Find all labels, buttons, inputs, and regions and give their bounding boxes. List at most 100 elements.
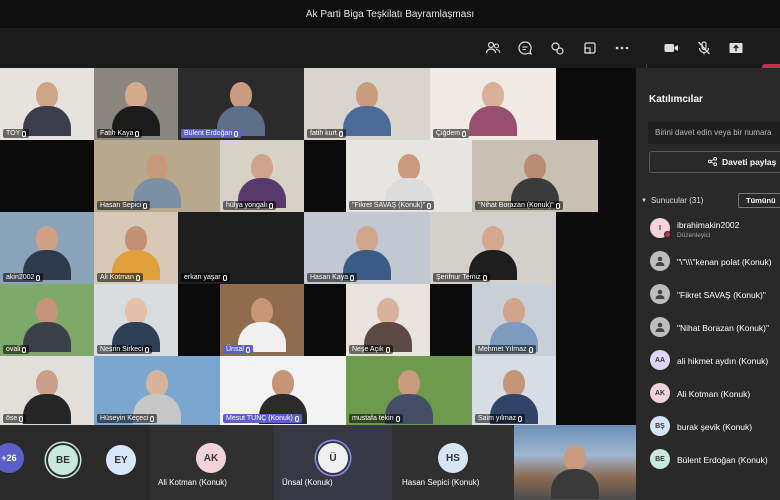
participant-name-tag: Hasan Kaya bbox=[307, 273, 358, 282]
participant-figure bbox=[551, 445, 599, 499]
strip-cell-unsal[interactable]: Ü Ünsal (Konuk) bbox=[274, 425, 392, 500]
mic-icon bbox=[395, 415, 400, 422]
presence-badge bbox=[664, 231, 671, 238]
video-tile[interactable]: Mehmet Yılmaz bbox=[472, 284, 556, 356]
mic-icon bbox=[145, 346, 150, 353]
presenters-section-toggle[interactable]: ▼ Sunucular (31) bbox=[641, 196, 703, 205]
participant-name: öse bbox=[6, 415, 18, 422]
participant-name: ovali bbox=[6, 346, 21, 353]
participant-name: Çiğdem bbox=[436, 130, 461, 137]
participant-name-tag: Çiğdem bbox=[433, 129, 470, 138]
strip-avatar-initials: EY bbox=[114, 454, 128, 466]
video-tile[interactable]: Hasan Sepici bbox=[94, 140, 220, 212]
participant-name: Hüseyin Keçeci bbox=[100, 415, 149, 422]
strip-cell-hasan-sepici[interactable]: HS Hasan Sepici (Konuk) bbox=[392, 425, 514, 500]
share-icon[interactable] bbox=[724, 36, 748, 60]
mic-icon bbox=[462, 130, 467, 137]
strip-cell-avatar: AK bbox=[196, 443, 226, 473]
title-bar: Ak Parti Biga Teşkilatı Bayramlaşması bbox=[0, 0, 780, 28]
rooms-icon[interactable] bbox=[578, 36, 602, 60]
video-tile[interactable]: erkan yaşar bbox=[178, 212, 304, 284]
video-tile[interactable]: mustafa tekin bbox=[346, 356, 472, 425]
participant-row[interactable]: "\"\\\"kenan polat (Konuk) bbox=[650, 247, 780, 277]
participant-row[interactable]: Iibrahimakin2002 Düzenleyici bbox=[650, 214, 780, 244]
chat-icon[interactable] bbox=[513, 36, 537, 60]
participant-name: Ali Kotman bbox=[100, 274, 134, 281]
video-tile[interactable]: hülya yongalı bbox=[220, 140, 304, 212]
invite-search-input[interactable]: Birini davet edin veya bir numara bbox=[648, 122, 780, 144]
mic-off-icon[interactable] bbox=[692, 36, 716, 60]
participant-figure bbox=[112, 82, 160, 136]
video-tile[interactable]: ovali bbox=[0, 284, 94, 356]
participants-panel: Katılımcılar Birini davet edin veya bir … bbox=[636, 68, 780, 500]
more-icon[interactable] bbox=[610, 36, 634, 60]
participant-initials: I bbox=[659, 224, 661, 232]
participant-avatar: AK bbox=[650, 383, 670, 403]
camera-icon[interactable] bbox=[659, 36, 683, 60]
participant-figure bbox=[23, 82, 71, 136]
participant-row[interactable]: AA ali hikmet aydın (Konuk) bbox=[650, 346, 780, 376]
participant-row-name: "Fikret SAVAŞ (Konuk)" bbox=[677, 290, 766, 300]
share-invite-button[interactable]: Daveti paylaş bbox=[649, 151, 780, 173]
video-tile[interactable]: Nesrin Sirkeci bbox=[94, 284, 178, 356]
video-tile[interactable]: Çiğdem bbox=[430, 68, 556, 140]
video-grid: TOY Fatih Kaya Bülent Erdoğan fatih kurt Çiğ… bbox=[0, 68, 636, 425]
participant-avatar: BE bbox=[650, 449, 670, 469]
video-tile[interactable]: akin2002 bbox=[0, 212, 94, 284]
video-tile[interactable]: Ünsal bbox=[220, 284, 304, 356]
mic-icon bbox=[269, 202, 274, 209]
video-tile[interactable]: Şerifnur Temiz bbox=[430, 212, 556, 284]
video-tile[interactable]: "Nihat Borazan (Konuk)" bbox=[472, 140, 598, 212]
participant-name: hülya yongalı bbox=[226, 202, 268, 209]
video-tile[interactable]: Bülent Erdoğan bbox=[178, 68, 304, 140]
video-tile[interactable]: Saim yılmaz bbox=[472, 356, 556, 425]
video-tile[interactable]: TOY bbox=[0, 68, 94, 140]
participant-figure bbox=[112, 298, 160, 352]
participant-figure bbox=[364, 298, 412, 352]
participant-row[interactable]: BE Bülent Erdoğan (Konuk) bbox=[650, 445, 780, 475]
participant-row[interactable]: BŞ burak şevik (Konuk) bbox=[650, 412, 780, 442]
strip-cell-avatar: Ü bbox=[318, 443, 348, 473]
overflow-count-badge[interactable]: +26 bbox=[0, 443, 24, 473]
video-tile[interactable]: Ali Kotman bbox=[94, 212, 178, 284]
people-icon[interactable] bbox=[481, 36, 505, 60]
share-link-icon bbox=[708, 156, 717, 168]
participant-row-name: "\"\\\"kenan polat (Konuk) bbox=[677, 257, 772, 267]
strip-avatar-ey[interactable]: EY bbox=[106, 445, 136, 475]
participant-figure bbox=[490, 298, 538, 352]
participant-name-tag: Bülent Erdoğan bbox=[181, 129, 242, 138]
mute-all-button[interactable]: Tümünü bbox=[738, 193, 780, 208]
strip-avatar-be[interactable]: BE bbox=[48, 445, 78, 475]
reactions-icon[interactable] bbox=[545, 36, 569, 60]
strip-cell-ali-kotman[interactable]: AK Ali Kotman (Konuk) bbox=[150, 425, 274, 500]
participant-name-tag: Saim yılmaz bbox=[475, 414, 526, 423]
video-tile[interactable]: Hüseyin Keçeci bbox=[94, 356, 220, 425]
participant-name-tag: Mehmet Yılmaz bbox=[475, 345, 536, 354]
participant-row[interactable]: AK Ali Kotman (Konuk) bbox=[650, 379, 780, 409]
participant-name: Saim yılmaz bbox=[478, 415, 517, 422]
participant-row-name: burak şevik (Konuk) bbox=[677, 422, 753, 432]
participant-name-tag: Neşe Açık bbox=[349, 345, 393, 354]
strip-cell-initials: HS bbox=[446, 452, 460, 464]
participant-figure bbox=[385, 154, 433, 208]
video-tile[interactable]: fatih kurt bbox=[304, 68, 430, 140]
participant-name: Mehmet Yılmaz bbox=[478, 346, 527, 353]
strip-cell-video[interactable] bbox=[514, 425, 636, 500]
participant-figure bbox=[112, 226, 160, 280]
video-tile[interactable]: Neşe Açık bbox=[346, 284, 430, 356]
participant-initials: AA bbox=[654, 356, 666, 364]
video-tile[interactable]: öse bbox=[0, 356, 94, 425]
participant-name: Fatih Kaya bbox=[100, 130, 134, 137]
mic-icon bbox=[245, 346, 250, 353]
video-tile[interactable]: "Fikret SAVAŞ (Konuk)" bbox=[346, 140, 472, 212]
person-icon bbox=[650, 284, 670, 304]
participant-figure bbox=[133, 154, 181, 208]
participant-row[interactable]: "Nihat Borazan (Konuk)" bbox=[650, 313, 780, 343]
participant-name: Ünsal bbox=[226, 346, 244, 353]
video-tile[interactable]: Mesut TUNÇ (Konuk) bbox=[220, 356, 346, 425]
participant-row[interactable]: "Fikret SAVAŞ (Konuk)" bbox=[650, 280, 780, 310]
participant-figure bbox=[469, 226, 517, 280]
participant-initials: BE bbox=[655, 455, 665, 463]
video-tile[interactable]: Fatih Kaya bbox=[94, 68, 178, 140]
video-tile[interactable]: Hasan Kaya bbox=[304, 212, 430, 284]
